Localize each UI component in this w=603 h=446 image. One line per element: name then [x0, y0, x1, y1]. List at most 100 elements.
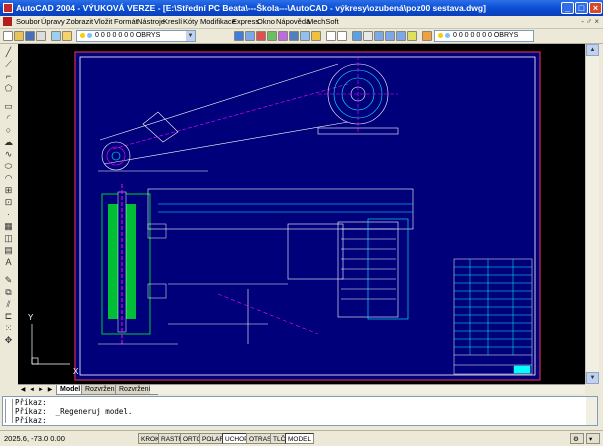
menu-format[interactable]: Formát [114, 16, 138, 28]
vertical-scrollbar[interactable]: ▲ ▼ [585, 44, 599, 384]
restore-icon: □ [578, 3, 585, 13]
undo-icon[interactable] [326, 31, 336, 41]
close-icon: × [592, 3, 599, 13]
move-icon[interactable]: ✥ [3, 335, 14, 346]
new-icon[interactable] [3, 31, 13, 41]
properties-icon[interactable] [311, 31, 321, 41]
layer-freeze-icon [87, 33, 92, 38]
autocad-app-icon[interactable] [3, 3, 13, 13]
zoom-in-icon[interactable] [374, 31, 384, 41]
menu-okno[interactable]: Okno [257, 16, 275, 28]
scroll-up-icon[interactable]: ▲ [586, 44, 599, 56]
ucs-x-label: X [73, 367, 79, 376]
table-icon[interactable]: ▤ [3, 245, 14, 256]
menu-soubor[interactable]: Soubor [16, 16, 40, 28]
document-icon[interactable] [3, 17, 12, 26]
autocad-window: AutoCAD 2004 - VÝUKOVÁ VERZE - [E:\Střed… [0, 0, 603, 446]
matchprop-icon[interactable] [267, 31, 277, 41]
mirror-icon[interactable]: ⫽ [3, 299, 14, 310]
menu-zobrazit[interactable]: Zobrazit [66, 16, 93, 28]
status-bar: 2025.6, -73.0 0.00 KROK RASTR ORTO POLAR… [0, 430, 603, 446]
menu-vlozit[interactable]: Vložit [94, 16, 112, 28]
design-center-icon[interactable] [407, 31, 417, 41]
cut-icon[interactable] [278, 31, 288, 41]
draw-toolbar: ╱ ⟋ ⌐ ⬠ ▭ ◜ ○ ☁ ∿ ⬭ ◠ ⊞ ⊡ · ▦ ◫ ▤ A ✎ ⧉ … [2, 45, 16, 385]
redo-icon[interactable] [337, 31, 347, 41]
layer-on-icon [80, 33, 85, 38]
status-model[interactable]: MODEL [285, 433, 315, 444]
menu-napoveda[interactable]: Nápověda [276, 16, 310, 28]
document-window-controls[interactable]: - ♂ × [581, 16, 599, 28]
tab-last-icon[interactable]: ▶ [46, 386, 54, 394]
restore-button[interactable]: □ [575, 2, 588, 14]
command-line[interactable]: Příkaz: Příkaz: _Regeneruj model. Příkaz… [2, 396, 598, 426]
line-icon[interactable]: ╱ [3, 47, 14, 58]
erase-icon[interactable]: ✎ [3, 275, 14, 286]
zoom-out-icon[interactable] [385, 31, 395, 41]
ellipse-arc-icon[interactable]: ◠ [3, 173, 14, 184]
coordinate-readout[interactable]: 2025.6, -73.0 0.00 [4, 433, 65, 444]
tab-prev-icon[interactable]: ◄ [28, 386, 36, 394]
minimize-button[interactable]: _ [561, 2, 574, 14]
menu-upravy[interactable]: Úpravy [41, 16, 65, 28]
menu-mechsoft[interactable]: MechSoft [307, 16, 339, 28]
construction-line-icon[interactable]: ⟋ [3, 59, 14, 70]
make-block-icon[interactable]: ⊡ [3, 197, 14, 208]
region-icon[interactable]: ◫ [3, 233, 14, 244]
spline-icon[interactable]: ∿ [3, 149, 14, 160]
circle-icon[interactable]: ○ [3, 125, 14, 136]
minimize-icon: _ [564, 3, 570, 13]
scroll-down-icon[interactable]: ▼ [586, 372, 599, 384]
insert-block-icon[interactable]: ⊞ [3, 185, 14, 196]
point-icon[interactable]: · [3, 209, 14, 220]
offset-icon[interactable]: ⊏ [3, 311, 14, 322]
chevron-down-icon: ▼ [186, 31, 195, 41]
tab-model[interactable]: Model [56, 385, 85, 395]
save-icon[interactable] [25, 31, 35, 41]
drawing-svg[interactable]: Y X [18, 44, 585, 384]
command-history-2: Příkaz: _Regeneruj model. [15, 407, 133, 416]
zoom-realtime-icon[interactable] [234, 31, 244, 41]
layer-select[interactable]: 0 0 0 0 0 0 0 OBRYS ▼ [76, 30, 196, 42]
tool-palette-icon[interactable] [422, 31, 432, 41]
tab-next-icon[interactable]: ► [37, 386, 45, 394]
preview-icon[interactable] [51, 31, 61, 41]
publish-icon[interactable] [62, 31, 72, 41]
menu-express[interactable]: Express [232, 16, 259, 28]
command-grip[interactable] [5, 399, 13, 423]
open-icon[interactable] [14, 31, 24, 41]
pan-icon[interactable] [256, 31, 266, 41]
layer-freeze-icon-2 [445, 33, 450, 38]
rectangle-icon[interactable]: ▭ [3, 101, 14, 112]
ellipse-icon[interactable]: ⬭ [3, 161, 14, 172]
zoom-extents-icon[interactable] [363, 31, 373, 41]
polyline-icon[interactable]: ⌐ [3, 71, 14, 82]
zoom-previous-icon[interactable] [352, 31, 362, 41]
copy-icon[interactable] [289, 31, 299, 41]
zoom-all-icon[interactable] [396, 31, 406, 41]
paste-icon[interactable] [300, 31, 310, 41]
menu-kresli[interactable]: Kreslí [163, 16, 182, 28]
print-icon[interactable] [36, 31, 46, 41]
menu-modifikace[interactable]: Modifikace [200, 16, 236, 28]
menu-koty[interactable]: Kóty [183, 16, 198, 28]
cloud-icon[interactable]: ☁ [3, 137, 14, 148]
array-icon[interactable]: ⁙ [3, 323, 14, 334]
drawing-canvas[interactable]: Y X [18, 44, 585, 384]
arc-icon[interactable]: ◜ [3, 113, 14, 124]
horizontal-scrollbar[interactable] [150, 385, 585, 394]
command-prompt[interactable]: Příkaz: [15, 416, 47, 425]
copy-object-icon[interactable]: ⧉ [3, 287, 14, 298]
zoom-window-icon[interactable] [245, 31, 255, 41]
polygon-icon[interactable]: ⬠ [3, 83, 14, 94]
menu-nastroje[interactable]: Nástroje [137, 16, 165, 28]
close-button[interactable]: × [589, 2, 602, 14]
mtext-icon[interactable]: A [3, 257, 14, 268]
command-scrollbar[interactable] [586, 397, 597, 425]
layer-select-secondary[interactable]: 0 0 0 0 0 0 0 OBRYS [434, 30, 534, 42]
tray-icon[interactable]: ⚙ [570, 433, 584, 444]
hatch-icon[interactable]: ▦ [3, 221, 14, 232]
tab-first-icon[interactable]: ◀ [19, 386, 27, 394]
statusbar-menu-icon[interactable]: ▾ [586, 433, 600, 444]
standard-toolbar: 0 0 0 0 0 0 0 OBRYS ▼ 0 0 0 0 0 0 0 OBRY… [0, 29, 603, 44]
